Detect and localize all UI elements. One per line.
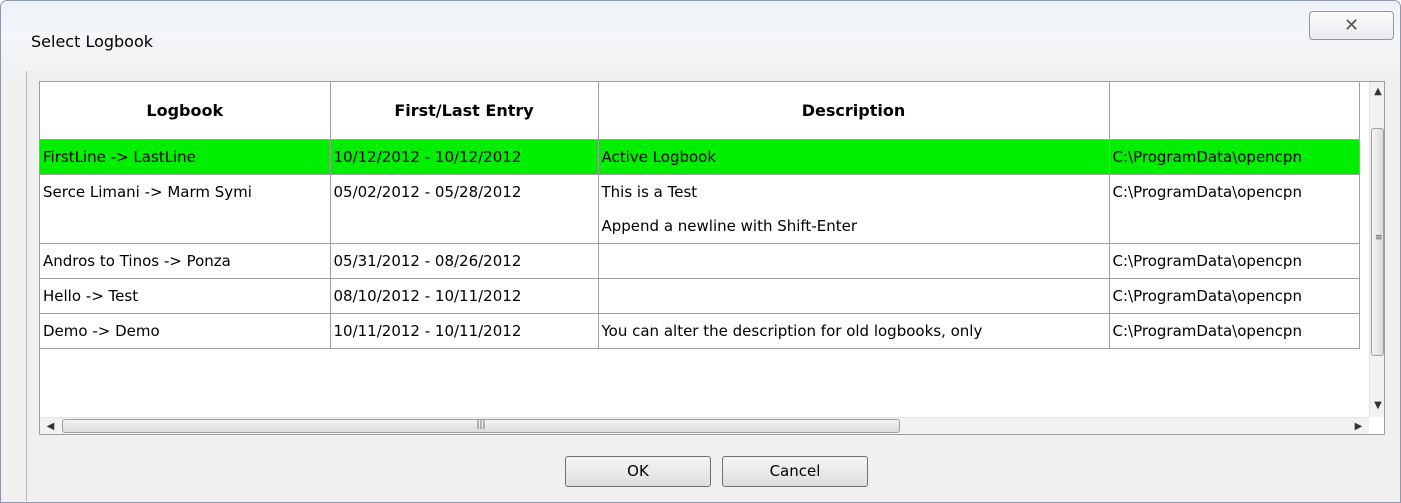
table-row[interactable]: FirstLine -> LastLine 10/12/2012 - 10/12…	[40, 139, 1360, 175]
column-header-logbook[interactable]: Logbook	[40, 82, 331, 140]
scroll-up-icon[interactable]: ▲	[1370, 84, 1384, 100]
description-line: This is a Test	[601, 183, 698, 201]
table-row[interactable]: Hello -> Test 08/10/2012 - 10/11/2012 C:…	[40, 278, 1360, 314]
cell-entry[interactable]: 08/10/2012 - 10/11/2012	[330, 278, 599, 314]
scroll-right-icon[interactable]: ▶	[1350, 418, 1367, 434]
cell-description[interactable]	[598, 243, 1110, 279]
cell-entry[interactable]: 05/31/2012 - 08/26/2012	[330, 243, 599, 279]
cell-path[interactable]: C:\ProgramData\opencpn	[1109, 313, 1360, 349]
cell-description[interactable]: This is a Test Append a newline with Shi…	[598, 174, 1110, 244]
title-bar[interactable]	[1, 1, 1400, 81]
cell-entry[interactable]: 05/02/2012 - 05/28/2012	[330, 174, 599, 244]
scroll-left-icon[interactable]: ◀	[42, 418, 59, 434]
close-button[interactable]: ✕	[1309, 11, 1394, 40]
cell-path[interactable]: C:\ProgramData\opencpn	[1109, 139, 1360, 175]
scroll-down-icon[interactable]: ▼	[1370, 398, 1384, 414]
grip-icon: ≡	[1375, 233, 1383, 243]
dialog-title: Select Logbook	[31, 32, 154, 51]
cancel-button[interactable]: Cancel	[722, 456, 868, 487]
cell-entry[interactable]: 10/12/2012 - 10/12/2012	[330, 139, 599, 175]
cell-path[interactable]: C:\ProgramData\opencpn	[1109, 174, 1360, 244]
horizontal-scroll-thumb[interactable]: |||	[62, 419, 900, 433]
table-row[interactable]: Andros to Tinos -> Ponza 05/31/2012 - 08…	[40, 243, 1360, 279]
column-header-first-last-entry[interactable]: First/Last Entry	[330, 82, 599, 140]
cell-path[interactable]: C:\ProgramData\opencpn	[1109, 243, 1360, 279]
cell-path[interactable]: C:\ProgramData\opencpn	[1109, 278, 1360, 314]
table-header: Logbook First/Last Entry Description	[40, 82, 1360, 140]
description-line: Append a newline with Shift-Enter	[601, 217, 858, 235]
cell-logbook[interactable]: Hello -> Test	[40, 278, 331, 314]
vertical-scrollbar[interactable]: ▲ ≡ ▼	[1369, 82, 1384, 417]
column-header-path[interactable]	[1109, 82, 1360, 140]
logbook-table: Logbook First/Last Entry Description Fir…	[40, 82, 1360, 349]
close-icon: ✕	[1343, 15, 1360, 36]
ok-button[interactable]: OK	[565, 456, 711, 487]
column-header-description[interactable]: Description	[598, 82, 1110, 140]
cell-logbook[interactable]: Serce Limani -> Marm Symi	[40, 174, 331, 244]
cell-logbook[interactable]: FirstLine -> LastLine	[40, 139, 331, 175]
table-row[interactable]: Demo -> Demo 10/11/2012 - 10/11/2012 You…	[40, 313, 1360, 349]
table-row[interactable]: Serce Limani -> Marm Symi 05/02/2012 - 0…	[40, 174, 1360, 244]
grip-icon: |||	[476, 420, 486, 430]
select-logbook-dialog: Select Logbook ✕ Logbook First/Last Entr…	[0, 0, 1401, 503]
cell-description[interactable]: You can alter the description for old lo…	[598, 313, 1110, 349]
cell-description[interactable]: Active Logbook	[598, 139, 1110, 175]
logbook-grid[interactable]: Logbook First/Last Entry Description Fir…	[39, 81, 1385, 435]
cell-logbook[interactable]: Demo -> Demo	[40, 313, 331, 349]
vertical-scroll-thumb[interactable]: ≡	[1371, 128, 1384, 356]
cell-logbook[interactable]: Andros to Tinos -> Ponza	[40, 243, 331, 279]
horizontal-scrollbar[interactable]: ◀ ||| ▶	[40, 417, 1369, 434]
cell-entry[interactable]: 10/11/2012 - 10/11/2012	[330, 313, 599, 349]
dialog-content: Logbook First/Last Entry Description Fir…	[26, 71, 1399, 501]
cell-description[interactable]	[598, 278, 1110, 314]
